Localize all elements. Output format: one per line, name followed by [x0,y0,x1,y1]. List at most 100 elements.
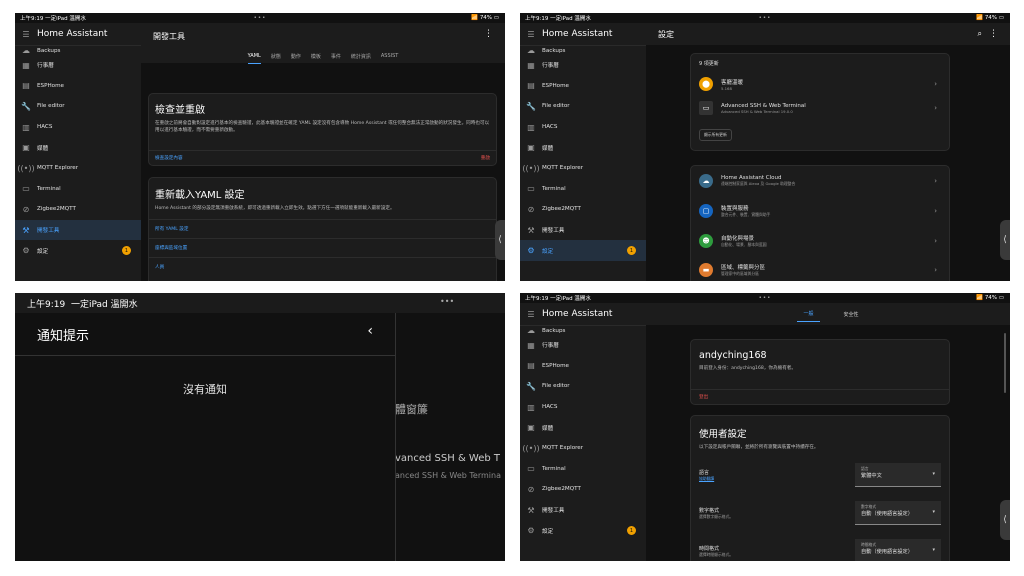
user-settings-card: 使用者設定 以下設定與帳戶關聯，並將於所有瀏覽與裝置中持續存在。 語言 協助翻譯 … [690,415,950,561]
multitask-dots[interactable]: ••• [759,295,772,301]
cloud-icon: ☁ [699,174,713,188]
sidebar-item-backups[interactable]: ☁ Backups [520,46,646,55]
tab-general[interactable]: 一般 [797,306,820,322]
sidebar-item-hacs[interactable]: ▥ HACS [15,117,141,138]
sidebar-item-media[interactable]: ▣ 媒體 [520,137,646,158]
search-icon[interactable]: ⌕ [978,29,982,39]
tab-states[interactable]: 狀態 [271,53,281,65]
sidebar-item-media[interactable]: ▣ 媒體 [520,417,646,438]
sidebar-item-backups[interactable]: ☁ Backups [15,46,141,55]
sidebar-item-devtools[interactable]: ⚒ 開發工具 [520,500,646,521]
tab-security[interactable]: 安全性 [844,311,859,318]
help-translate-link[interactable]: 協助翻譯 [699,476,714,482]
sidebar-title: Home Assistant [37,29,108,39]
status-bar: 上午9:19 一定iPad 溫開水 [27,300,138,310]
sidebar-item-file-editor[interactable]: 🔧 File editor [520,96,646,117]
zigbee-icon: ⊘ [22,204,30,214]
more-icon[interactable]: ⋮ [989,29,998,39]
more-icon[interactable]: ⋮ [484,29,493,39]
settings-item-automations[interactable]: ☻ 自動化與場景 自動化、場景、腳本與藍圖 › [691,226,949,256]
terminal-icon: ▭ [22,184,30,194]
side-handle[interactable]: ⟨ [1000,500,1010,540]
reload-all-yaml[interactable]: 所有 YAML 設定 [149,220,496,238]
sidebar-item-backups[interactable]: ☁ Backups [520,326,646,335]
check-config-link[interactable]: 檢查設定內容 [155,155,183,161]
sidebar-item-esphome[interactable]: ▤ ESPHome [520,76,646,97]
chip-icon: ▤ [527,361,535,371]
sidebar-item-terminal[interactable]: ▭ Terminal [15,179,141,200]
sidebar: ☰ Home Assistant ☁ Backups ▦ 行事曆 ▤ ESPHome 🔧… [520,23,646,281]
multitask-dots[interactable]: ••• [254,15,267,21]
language-select[interactable]: 語言 繁體中文 ▾ [855,463,941,487]
sidebar-item-settings[interactable]: ⚙ 設定 1 [15,240,141,261]
antenna-icon: ((•)) [522,443,540,453]
sidebar-item-zigbee[interactable]: ⊘ Zigbee2MQTT [520,479,646,500]
sidebar-item-settings[interactable]: ⚙ 設定 1 [520,240,646,261]
logout-button[interactable]: 登出 [699,394,708,400]
menu-icon[interactable]: ☰ [15,30,37,39]
settings-item-cloud[interactable]: ☁ Home Assistant Cloud 遠端控制家庭與 Alexa 及 Go… [691,166,949,196]
number-format-select[interactable]: 數字格式 自動（使用語言設定） ▾ [855,501,941,525]
sidebar-item-settings[interactable]: ⚙ 設定 1 [520,520,646,541]
chevron-right-icon: › [934,177,937,185]
card-title: 檢查並重啟 [155,105,205,116]
sidebar-item-file-editor[interactable]: 🔧 File editor [520,376,646,397]
menu-icon[interactable]: ☰ [520,310,542,319]
sidebar-item-mqtt[interactable]: ((•)) MQTT Explorer [15,158,141,179]
sidebar-item-esphome[interactable]: ▤ ESPHome [520,356,646,377]
sidebar-item-calendar[interactable]: ▦ 行事曆 [15,55,141,76]
status-bar: 上午9:19 一定iPad 溫開水 ••• 📶 74% ▭ [525,15,1004,22]
tab-events[interactable]: 事件 [331,53,341,65]
sidebar-title: Home Assistant [542,309,613,319]
sidebar-item-terminal[interactable]: ▭ Terminal [520,179,646,200]
tab-statistics[interactable]: 統計資訊 [351,53,371,65]
panel-profile: 上午9:19 一定iPad 溫開水 ••• 📶 74% ▭ ☰ Home Assi… [520,293,1010,561]
media-icon: ▣ [22,143,30,153]
wrench-icon: 🔧 [526,381,536,391]
update-badge: 1 [627,526,636,536]
settings-subtitle: 以下設定與帳戶關聯，並將於所有瀏覽與裝置中持續存在。 [699,445,819,450]
sidebar-item-file-editor[interactable]: 🔧 File editor [15,96,141,117]
sidebar-item-calendar[interactable]: ▦ 行事曆 [520,55,646,76]
chevron-down-icon: ▾ [932,509,935,515]
sidebar-item-hacs[interactable]: ▥ HACS [520,397,646,418]
sidebar-item-calendar[interactable]: ▦ 行事曆 [520,335,646,356]
show-all-updates-button[interactable]: 顯示所有更新 [699,129,732,141]
multitask-dots[interactable]: ••• [440,297,454,306]
close-drawer-icon[interactable]: ‹ [367,323,373,339]
reload-zones[interactable]: 座標與區域位置 [149,239,496,257]
sidebar-item-media[interactable]: ▣ 媒體 [15,137,141,158]
notification-drawer: 通知提示 ‹ 沒有通知 [15,313,396,561]
sidebar-item-mqtt[interactable]: ((•)) MQTT Explorer [520,158,646,179]
terminal-icon: ▭ [527,184,535,194]
time-format-row: 時間格式 選擇時間顯示格式。 時間格式 自動（使用語言設定） ▾ [691,532,949,561]
sidebar-item-hacs[interactable]: ▥ HACS [520,117,646,138]
sidebar-item-devtools[interactable]: ⚒ 開發工具 [15,219,141,241]
update-item[interactable]: ▭ Advanced SSH & Web Terminal Advanced SS… [691,95,949,121]
multitask-dots[interactable]: ••• [759,15,772,21]
sidebar-item-mqtt[interactable]: ((•)) MQTT Explorer [520,438,646,459]
sidebar-item-terminal[interactable]: ▭ Terminal [520,459,646,480]
reload-persons[interactable]: 人員 [149,258,496,276]
sidebar-item-devtools[interactable]: ⚒ 開發工具 [520,220,646,241]
settings-item-areas[interactable]: ▬ 區域、標籤與分區 管理家中的區域與分區 › [691,256,949,281]
side-handle[interactable]: ⟨ [1000,220,1010,260]
tab-actions[interactable]: 動作 [291,53,301,65]
scrollbar[interactable] [1004,333,1006,393]
sidebar-item-zigbee[interactable]: ⊘ Zigbee2MQTT [15,199,141,220]
tab-assist[interactable]: ASSIST [381,53,398,65]
menu-icon[interactable]: ☰ [520,30,542,39]
side-handle[interactable]: ⟨ [495,220,505,260]
gear-icon: ⚙ [527,526,535,536]
update-item[interactable]: ⬤ 客廳溫暖 5.168 › [691,73,949,95]
settings-item-devices[interactable]: ▢ 裝置與服務 整合元件、裝置、實體與助手 › [691,196,949,226]
update-icon: ⬤ [699,77,713,91]
store-icon: ▥ [527,402,535,412]
restart-button[interactable]: 重啟 [481,155,490,161]
tab-yaml[interactable]: YAML [247,53,261,64]
tab-template[interactable]: 模板 [311,53,321,65]
backup-icon: ☁ [22,46,30,55]
time-format-select[interactable]: 時間格式 自動（使用語言設定） ▾ [855,539,941,561]
sidebar-item-esphome[interactable]: ▤ ESPHome [15,76,141,97]
sidebar-item-zigbee[interactable]: ⊘ Zigbee2MQTT [520,199,646,220]
